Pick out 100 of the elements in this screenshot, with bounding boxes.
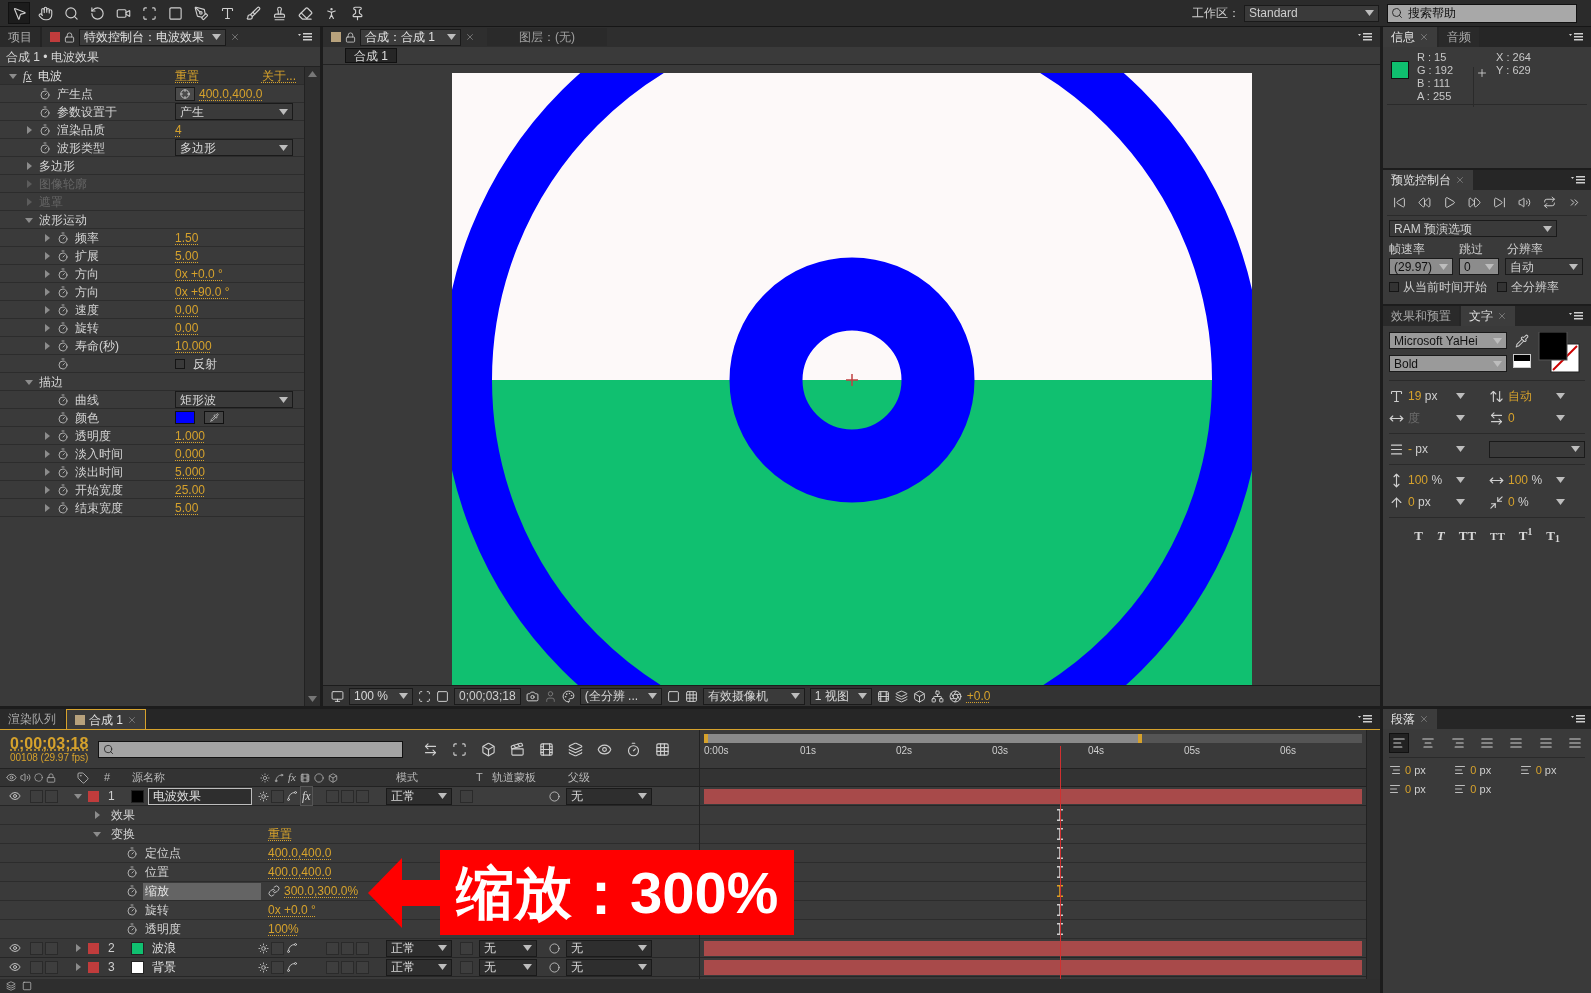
panel-tab[interactable]: 特效控制台：电波效果 [79, 28, 226, 46]
help-search-field[interactable]: 搜索帮助 [1387, 3, 1577, 23]
dropdown[interactable]: 产生 [175, 103, 293, 120]
value-text[interactable]: 400.0,400.0 [199, 84, 263, 103]
value-text[interactable]: 0x +90.0 ° [175, 282, 230, 301]
dropdown[interactable]: RAM 预演选项 [1389, 220, 1557, 237]
property-label[interactable]: 缩放 [143, 882, 261, 900]
panel-tab[interactable]: 效果和预置 [1383, 306, 1459, 326]
dropdown[interactable]: 正常 [386, 939, 452, 957]
property-label: 结束宽度 [75, 499, 123, 517]
metric-value[interactable]: 100 % [1408, 471, 1452, 489]
value-text[interactable]: 100% [268, 920, 299, 938]
value-text[interactable]: 300.0,300.0% [284, 882, 359, 900]
dropdown[interactable]: (29.97) [1389, 258, 1453, 275]
indent-value[interactable]: 0 px [1405, 762, 1426, 779]
panel-tab[interactable]: 图层：(无) [487, 28, 607, 46]
channel-value: R : 15 [1417, 51, 1448, 64]
about-link[interactable]: 关于... [262, 66, 296, 85]
dropdown[interactable]: 无 [566, 787, 652, 805]
dropdown[interactable]: 矩形波 [175, 391, 293, 408]
indent-value[interactable]: 0 px [1470, 780, 1492, 797]
text-style-button[interactable]: T [1414, 526, 1423, 546]
panel-tab[interactable]: 音频 [1439, 27, 1479, 47]
timecode-field[interactable]: 0;00;03;18 [454, 687, 521, 705]
value-text[interactable]: 4 [175, 120, 182, 139]
dropdown[interactable]: 有效摄像机 [702, 687, 805, 705]
metric-value[interactable]: - px [1408, 440, 1452, 458]
dropdown[interactable]: 正常 [386, 958, 452, 976]
panel-tab[interactable]: 预览控制台 [1383, 170, 1473, 190]
dropdown[interactable]: Standard [1244, 4, 1379, 22]
dropdown[interactable]: 无 [566, 939, 652, 957]
metric-value[interactable]: 0 px [1408, 493, 1452, 511]
value-text[interactable]: 5.00 [175, 246, 199, 265]
metric-value[interactable]: 19 px [1408, 387, 1452, 405]
column-header[interactable]: 源名称 [132, 769, 260, 786]
fx-badge[interactable]: fx [23, 66, 32, 85]
value-text[interactable]: 5.00 [175, 498, 199, 517]
column-header[interactable]: 轨道蒙板 [492, 769, 568, 786]
column-header[interactable]: 模式 [396, 769, 476, 786]
panel-tab[interactable]: 合成：合成 1 [360, 28, 461, 46]
dropdown[interactable]: Bold [1389, 355, 1507, 372]
comp-tab[interactable]: 合成 1 [345, 48, 397, 63]
dropdown[interactable]: 1 视图 [809, 687, 872, 705]
dropdown[interactable]: 0 [1459, 258, 1499, 275]
value-text[interactable]: 25.00 [175, 480, 206, 499]
layer-name[interactable]: 背景 [148, 958, 252, 976]
panel-tab[interactable]: 文字 [1461, 306, 1515, 326]
metric-value[interactable]: 0 [1508, 409, 1552, 427]
dropdown[interactable]: 无 [479, 958, 537, 976]
current-time[interactable]: 0;00;03;18 [10, 735, 89, 752]
layer-name[interactable]: 电波效果 [148, 787, 252, 805]
text-style-button[interactable]: TT [1490, 526, 1505, 546]
ruler-label: 06s [1280, 744, 1297, 758]
property-label[interactable]: 旋转 [143, 901, 261, 919]
value-text[interactable]: 400.0,400.0 [268, 863, 332, 881]
property-label[interactable]: 透明度 [143, 920, 261, 938]
dropdown[interactable]: 100 % [349, 687, 413, 705]
value-text[interactable]: 0x +0.0 ° [268, 901, 316, 919]
dropdown[interactable]: 无 [479, 939, 537, 957]
reset-link[interactable]: 重置 [268, 825, 292, 843]
value-text[interactable]: 5.000 [175, 462, 206, 481]
metric-value[interactable]: 100 % [1508, 471, 1552, 489]
indent-value[interactable]: 0 px [1405, 780, 1426, 797]
value-text[interactable]: 1.50 [175, 228, 199, 247]
property-label[interactable]: 定位点 [143, 844, 261, 862]
value-text[interactable]: 0.000 [175, 444, 206, 463]
panel-tab[interactable]: 项目 [0, 27, 40, 47]
value-text[interactable]: 400.0,400.0 [268, 844, 332, 862]
text-style-button[interactable]: TT [1458, 526, 1477, 546]
metric-value[interactable]: 自动 [1508, 387, 1552, 405]
value-text[interactable]: 1.000 [175, 426, 206, 445]
panel-tab[interactable]: 渲染队列 [0, 709, 64, 729]
dropdown[interactable]: Microsoft YaHei [1389, 332, 1507, 349]
dropdown[interactable]: 自动 [1505, 258, 1583, 275]
dropdown[interactable]: 正常 [386, 787, 452, 805]
panel-tab[interactable]: 信息 [1383, 27, 1437, 47]
indent-value[interactable]: 0 px [1470, 762, 1492, 779]
fx-header[interactable]: fx [288, 769, 296, 786]
metric-value[interactable]: 0 % [1508, 493, 1552, 511]
text-style-button[interactable]: T$^{1}$ [1518, 526, 1533, 546]
dropdown[interactable]: 无 [566, 958, 652, 976]
column-header[interactable]: T [476, 769, 492, 786]
property-label[interactable]: 位置 [143, 863, 261, 881]
indent-value[interactable]: 0 px [1535, 762, 1557, 779]
exposure-value[interactable]: +0.0 [966, 687, 991, 705]
value-text[interactable]: 0.00 [175, 300, 199, 319]
reset-link[interactable]: 重置 [175, 66, 199, 85]
panel-tab[interactable]: 段落 [1383, 709, 1437, 729]
fx-switch[interactable]: fx [300, 786, 313, 806]
layer-name[interactable]: 波浪 [148, 939, 252, 957]
value-text[interactable]: 10.000 [175, 336, 212, 355]
column-header[interactable]: 父级 [568, 769, 590, 786]
column-header[interactable]: # [98, 769, 132, 786]
dropdown[interactable]: 多边形 [175, 139, 293, 156]
text-style-button[interactable]: T [1436, 526, 1445, 546]
text-style-button[interactable]: T$_{1}$ [1546, 526, 1560, 546]
value-text[interactable]: 0.00 [175, 318, 199, 337]
dropdown[interactable]: (全分辨 ... [579, 687, 662, 705]
panel-tab[interactable]: 合成 1 [66, 709, 146, 729]
value-text[interactable]: 0x +0.0 ° [175, 264, 223, 283]
